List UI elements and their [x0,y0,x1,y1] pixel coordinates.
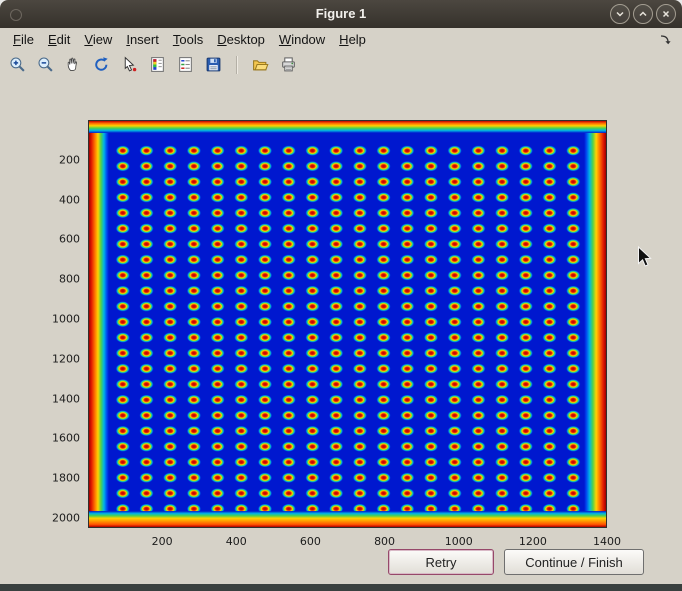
title-bar[interactable]: Figure 1 [0,0,682,28]
toolbar [0,51,682,79]
x-tick-label: 400 [226,535,247,548]
chevron-down-icon [613,7,627,21]
x-tick-label: 1200 [519,535,547,548]
print-button[interactable] [278,54,299,75]
menu-items: FileEditViewInsertToolsDesktopWindowHelp [6,29,373,50]
dock-arrow-icon [659,33,672,46]
insert-legend-icon [177,56,194,73]
rotate-3d-icon [93,56,110,73]
y-tick-label: 800 [59,273,80,286]
zoom-out-button[interactable] [35,54,56,75]
y-tick-label: 1400 [52,392,80,405]
save-button[interactable] [203,54,224,75]
edit-plot-button[interactable] [119,54,140,75]
y-tick-label: 2000 [52,512,80,525]
y-tick-label: 1000 [52,313,80,326]
heatmap-image[interactable] [88,120,607,528]
pan-icon [65,56,82,73]
y-tick-label: 200 [59,153,80,166]
x-tick-label: 1000 [445,535,473,548]
figure-canvas: 200 400 600 800 1000 1200 1400 1600 1800 2000 200… [0,78,682,584]
zoom-in-icon [9,56,26,73]
menu-desktop[interactable]: Desktop [210,29,272,50]
zoom-in-button[interactable] [7,54,28,75]
toolbar-separator [236,56,238,74]
y-tick-label: 600 [59,233,80,246]
y-tick-label: 1600 [52,432,80,445]
window-title: Figure 1 [0,0,682,28]
window-menu-icon[interactable] [10,9,22,21]
pan-button[interactable] [63,54,84,75]
y-axis-ticks: 200 400 600 800 1000 1200 1400 1600 1800 2000 [32,120,80,528]
menu-bar: FileEditViewInsertToolsDesktopWindowHelp [0,28,682,51]
save-icon [205,56,222,73]
menu-help[interactable]: Help [332,29,373,50]
menu-view[interactable]: View [77,29,119,50]
x-tick-label: 200 [152,535,173,548]
open-button[interactable] [250,54,271,75]
print-icon [280,56,297,73]
figure-window: Figure 1 FileEditViewInsertToolsDesktopW… [0,0,682,591]
edit-plot-icon [121,56,138,73]
maximize-button[interactable] [633,4,653,24]
y-tick-label: 1800 [52,472,80,485]
menu-tools[interactable]: Tools [166,29,210,50]
menu-dock-button[interactable] [659,33,672,46]
window-controls [610,4,676,24]
window-bottom-border [0,584,682,591]
x-tick-label: 800 [374,535,395,548]
menu-file[interactable]: File [6,29,41,50]
menu-edit[interactable]: Edit [41,29,77,50]
x-tick-label: 1400 [593,535,621,548]
insert-colorbar-icon [149,56,166,73]
y-tick-label: 400 [59,193,80,206]
retry-button[interactable]: Retry [388,549,494,575]
close-icon [659,7,673,21]
plot-axes: 200400600800100012001400160018002000 200… [88,120,607,528]
open-icon [252,56,269,73]
insert-colorbar-button[interactable] [147,54,168,75]
chevron-up-icon [636,7,650,21]
insert-legend-button[interactable] [175,54,196,75]
rotate-3d-button[interactable] [91,54,112,75]
menu-window[interactable]: Window [272,29,332,50]
minimize-button[interactable] [610,4,630,24]
continue-button[interactable]: Continue / Finish [504,549,644,575]
zoom-out-icon [37,56,54,73]
close-button[interactable] [656,4,676,24]
menu-insert[interactable]: Insert [119,29,166,50]
y-tick-label: 1200 [52,352,80,365]
x-tick-label: 600 [300,535,321,548]
